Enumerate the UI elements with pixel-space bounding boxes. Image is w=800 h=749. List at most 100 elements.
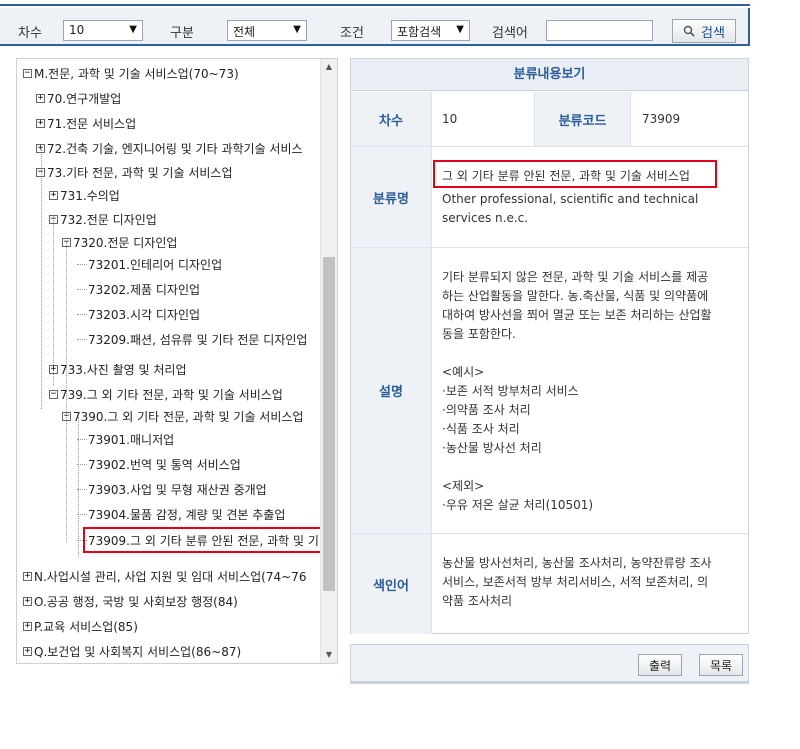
description-line: <예시>: [442, 365, 485, 379]
tree-node[interactable]: +71.전문 서비스업: [36, 114, 136, 132]
list-button[interactable]: 목록: [699, 654, 743, 676]
index-header: 색인어: [351, 534, 432, 634]
scroll-up-icon[interactable]: ▲: [321, 59, 337, 75]
tree-node-label: 7320.전문 디자인업: [73, 235, 178, 250]
tree-node-label: Q.보건업 및 사회복지 서비스업(86~87): [34, 644, 242, 659]
tree-leaf[interactable]: 73903.사업 및 무형 재산권 중개업: [77, 480, 267, 498]
tree-node[interactable]: −7320.전문 디자인업: [62, 233, 177, 251]
detail-panel: 분류내용보기 차수 10 분류코드 73909 분류명 그 외 기타 분류 안된…: [350, 58, 749, 634]
tree-leaf[interactable]: 73904.물품 감정, 계량 및 견본 추출업: [77, 505, 285, 523]
description-line: ·우유 저온 살균 처리(10501): [442, 498, 594, 512]
tree-scrollbar[interactable]: ▲ ▼: [320, 59, 337, 663]
chevron-down-icon: ▼: [129, 24, 137, 35]
tree-node-label: 73209.패션, 섬유류 및 기타 전문 디자인업: [88, 332, 308, 347]
tree-node-label: 73904.물품 감정, 계량 및 견본 추출업: [88, 507, 286, 522]
tree-node[interactable]: +733.사진 촬영 및 처리업: [49, 360, 186, 378]
tree-leaf[interactable]: 73901.매니저업: [77, 430, 174, 448]
tree-node-label: 73902.번역 및 통역 서비스업: [88, 457, 241, 472]
index-row: 색인어 농산물 방사선처리, 농산물 조사처리, 농약잔류량 조사 서비스, 보…: [351, 534, 748, 634]
tree-node[interactable]: + N.사업시설 관리, 사업 지원 및 임대 서비스업(74~76: [23, 567, 306, 585]
condition-select[interactable]: 포함검색 ▼: [391, 20, 470, 41]
tree-node[interactable]: − M.전문, 과학 및 기술 서비스업(70~73): [23, 64, 239, 82]
tree-node[interactable]: −7390.그 외 기타 전문, 과학 및 기술 서비스업: [62, 407, 303, 425]
round-value: 10: [442, 112, 458, 126]
scroll-thumb[interactable]: [323, 257, 335, 591]
tree-node[interactable]: +72.건축 기술, 엔지니어링 및 기타 과학기술 서비스: [36, 139, 303, 157]
description-line: ·의약품 조사 처리: [442, 403, 531, 417]
description-line: ·식품 조사 처리: [442, 422, 520, 436]
description-line: 대하여 방사선을 쬐어 멸균 또는 보존 처리하는 산업활: [442, 308, 712, 322]
collapse-icon[interactable]: −: [49, 389, 58, 399]
description-line: 동을 포함한다.: [442, 327, 516, 341]
collapse-icon[interactable]: −: [49, 214, 58, 224]
description-row: 설명 기타 분류되지 않은 전문, 과학 및 기술 서비스를 제공 하는 산업활…: [351, 248, 748, 534]
keyword-label: 검색어: [492, 26, 528, 41]
tree-leaf[interactable]: 73902.번역 및 통역 서비스업: [77, 455, 241, 473]
description-line: 기타 분류되지 않은 전문, 과학 및 기술 서비스를 제공: [442, 270, 709, 284]
tree-node-label: O.공공 행정, 국방 및 사회보장 행정(84): [34, 594, 238, 609]
tree-node-label: 7390.그 외 기타 전문, 과학 및 기술 서비스업: [73, 409, 304, 424]
round-label: 차수: [18, 26, 42, 41]
expand-icon[interactable]: +: [23, 646, 32, 656]
tree-node[interactable]: + P.교육 서비스업(85): [23, 617, 138, 635]
tree-node[interactable]: +70.연구개발업: [36, 89, 121, 107]
collapse-icon[interactable]: −: [23, 68, 32, 78]
description-line: ·보존 서적 방부처리 서비스: [442, 384, 579, 398]
expand-icon[interactable]: +: [23, 621, 32, 631]
chevron-down-icon: ▼: [293, 24, 301, 35]
search-icon: [683, 25, 695, 37]
print-button[interactable]: 출력: [638, 654, 682, 676]
expand-icon[interactable]: +: [36, 118, 45, 128]
tree-node-label: 72.건축 기술, 엔지니어링 및 기타 과학기술 서비스: [47, 141, 303, 156]
tree-leaf[interactable]: 73202.제품 디자인업: [77, 280, 200, 298]
tree-node-label: P.교육 서비스업(85): [34, 619, 138, 634]
tree-leaf[interactable]: 73209.패션, 섬유류 및 기타 전문 디자인업: [77, 330, 307, 348]
round-row: 차수 10 분류코드 73909: [351, 92, 748, 147]
category-select-value: 전체: [233, 25, 256, 39]
name-header: 분류명: [351, 147, 432, 247]
collapse-icon[interactable]: −: [36, 167, 45, 177]
name-row: 분류명 그 외 기타 분류 안된 전문, 과학 및 기술 서비스업 Other …: [351, 147, 748, 248]
tree-node[interactable]: +731.수의업: [49, 186, 120, 204]
description-line: 하는 산업활동을 말한다. 농.축산물, 식품 및 의약품에: [442, 289, 709, 303]
search-button-label: 검색: [701, 25, 725, 41]
search-button[interactable]: 검색: [672, 19, 736, 43]
condition-select-value: 포함검색: [397, 25, 442, 39]
category-select[interactable]: 전체 ▼: [227, 20, 307, 41]
tree-node[interactable]: −73.기타 전문, 과학 및 기술 서비스업: [36, 163, 233, 181]
tree-leaf[interactable]: 73201.인테리어 디자인업: [77, 255, 222, 273]
tree-node-label: 70.연구개발업: [47, 91, 122, 106]
collapse-icon[interactable]: −: [62, 411, 71, 421]
tree-node[interactable]: + O.공공 행정, 국방 및 사회보장 행정(84): [23, 592, 238, 610]
expand-icon[interactable]: +: [49, 364, 58, 374]
expand-icon[interactable]: +: [36, 93, 45, 103]
tree-node[interactable]: −732.전문 디자인업: [49, 210, 157, 228]
tree-node-label: 733.사진 촬영 및 처리업: [60, 362, 187, 377]
description-text: 기타 분류되지 않은 전문, 과학 및 기술 서비스를 제공 하는 산업활동을 …: [442, 268, 744, 515]
expand-icon[interactable]: +: [49, 190, 58, 200]
tree-leaf[interactable]: 73203.시각 디자인업: [77, 305, 200, 323]
selected-node-highlight: [83, 527, 321, 553]
tree-node[interactable]: −739.그 외 기타 전문, 과학 및 기술 서비스업: [49, 385, 283, 403]
round-select-value: 10: [69, 23, 85, 37]
classification-tree: − M.전문, 과학 및 기술 서비스업(70~73) +70.연구개발업 +71…: [16, 58, 338, 664]
expand-icon[interactable]: +: [23, 571, 32, 581]
tree-node-label: 71.전문 서비스업: [47, 116, 137, 131]
description-line: [442, 458, 744, 477]
expand-icon[interactable]: +: [23, 596, 32, 606]
tree-node-label: 73201.인테리어 디자인업: [88, 257, 223, 272]
tree-node-label: N.사업시설 관리, 사업 지원 및 임대 서비스업(74~76: [34, 569, 307, 584]
tree-connector: [77, 313, 87, 315]
tree-node[interactable]: + Q.보건업 및 사회복지 서비스업(86~87): [23, 642, 241, 660]
keyword-input[interactable]: [546, 20, 653, 41]
scroll-down-icon[interactable]: ▼: [321, 647, 337, 663]
description-line: ·농산물 방사선 처리: [442, 441, 542, 455]
tree-node-label: 731.수의업: [60, 188, 120, 203]
collapse-icon[interactable]: −: [62, 237, 71, 247]
tree-node-label: 73203.시각 디자인업: [88, 307, 201, 322]
index-line: 서비스, 보존서적 방부 처리서비스, 서적 보존처리, 의: [442, 575, 709, 589]
index-text: 농산물 방사선처리, 농산물 조사처리, 농약잔류량 조사 서비스, 보존서적 …: [442, 554, 744, 611]
round-select[interactable]: 10 ▼: [63, 20, 143, 41]
tree-node-label: 73202.제품 디자인업: [88, 282, 201, 297]
expand-icon[interactable]: +: [36, 143, 45, 153]
